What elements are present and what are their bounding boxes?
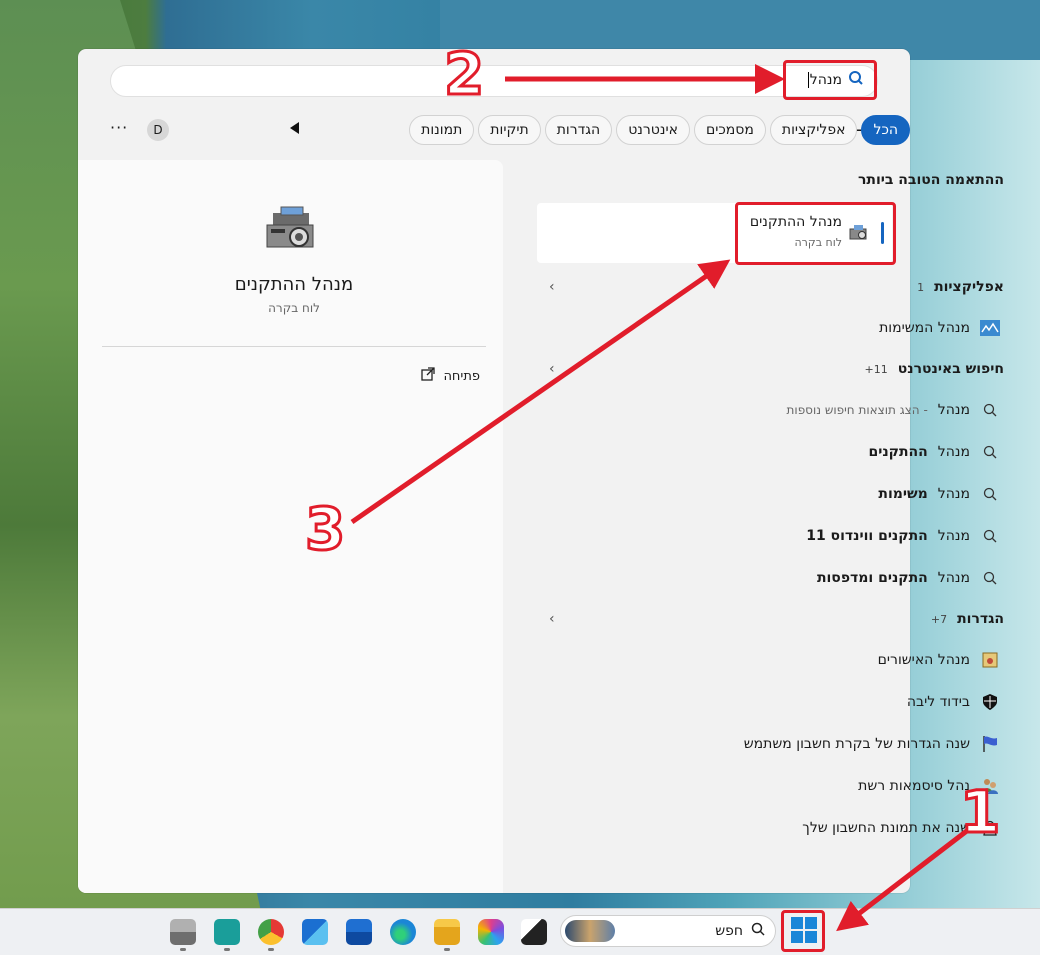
annotation-arrows bbox=[350, 64, 970, 932]
arrow-to-result bbox=[350, 259, 731, 525]
arrow-to-start bbox=[836, 828, 970, 932]
annotation-number-2: 2 bbox=[442, 39, 485, 110]
annotation-number-1: 1 bbox=[958, 777, 1001, 848]
annotation-number-3: 3 bbox=[303, 494, 346, 565]
